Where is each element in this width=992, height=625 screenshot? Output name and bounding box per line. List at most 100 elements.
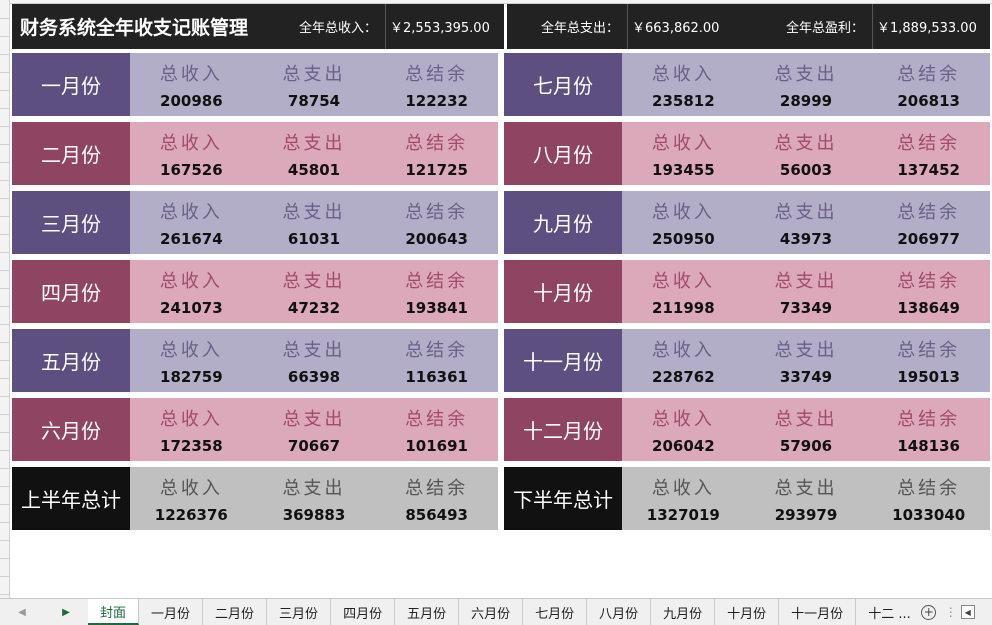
month-label[interactable]: 十二月份	[504, 398, 622, 461]
balance-cell[interactable]: 总结余 1033040	[867, 467, 990, 530]
month-label[interactable]: 十一月份	[504, 329, 622, 392]
income-cell[interactable]: 总收入 261674	[130, 191, 253, 254]
income-cell[interactable]: 总收入 206042	[622, 398, 745, 461]
income-cell[interactable]: 总收入 1327019	[622, 467, 745, 530]
month-block[interactable]: 四月份 总收入 241073 总支出 47232 总结余 193841	[12, 260, 498, 323]
income-cell[interactable]: 总收入 200986	[130, 53, 253, 116]
balance-cell[interactable]: 总结余 195013	[867, 329, 990, 392]
annual-income-value[interactable]: ￥2,553,395.00	[385, 4, 504, 49]
expense-cell[interactable]: 总支出 61031	[253, 191, 376, 254]
expense-cell[interactable]: 总支出 57906	[745, 398, 868, 461]
month-block[interactable]: 七月份 总收入 235812 总支出 28999 总结余 206813	[504, 53, 990, 116]
month-label[interactable]: 四月份	[12, 260, 130, 323]
expense-cell[interactable]: 总支出 78754	[253, 53, 376, 116]
month-block[interactable]: 二月份 总收入 167526 总支出 45801 总结余 121725	[12, 122, 498, 185]
income-cell[interactable]: 总收入 167526	[130, 122, 253, 185]
month-label[interactable]: 二月份	[12, 122, 130, 185]
income-cell[interactable]: 总收入 235812	[622, 53, 745, 116]
row-header-line	[0, 378, 10, 379]
half-year-total-block[interactable]: 上半年总计 总收入 1226376 总支出 369883 总结余 856493	[12, 467, 498, 530]
income-cell[interactable]: 总收入 241073	[130, 260, 253, 323]
worksheet-area[interactable]: 财务系统全年收支记账管理 全年总收入： ￥2,553,395.00 全年总支出：…	[0, 0, 992, 598]
sheet-tab[interactable]: 四月份	[331, 599, 396, 625]
sheet-tab[interactable]: 十一月份	[779, 599, 857, 625]
balance-cell[interactable]: 总结余 122232	[375, 53, 498, 116]
expense-value: 73349	[779, 298, 833, 317]
income-value: 228762	[652, 367, 715, 386]
balance-cell[interactable]: 总结余 101691	[375, 398, 498, 461]
expense-cell[interactable]: 总支出 43973	[745, 191, 868, 254]
annual-expense-value[interactable]: ￥663,862.00	[627, 4, 748, 49]
month-block[interactable]: 一月份 总收入 200986 总支出 78754 总结余 122232	[12, 53, 498, 116]
scroll-left-icon[interactable]: ◀	[960, 605, 975, 619]
balance-cell[interactable]: 总结余 137452	[867, 122, 990, 185]
add-sheet-button[interactable]: +	[917, 599, 941, 625]
expense-cell[interactable]: 总支出 45801	[253, 122, 376, 185]
expense-cell[interactable]: 总支出 369883	[253, 467, 376, 530]
row-header-strip[interactable]	[0, 0, 10, 598]
annual-income-label: 全年总收入：	[298, 21, 377, 36]
triangle-right-icon[interactable]: ▶	[62, 607, 70, 618]
sheet-tab[interactable]: 二月份	[203, 599, 268, 625]
sheet-tab[interactable]: 三月份	[267, 599, 332, 625]
month-block[interactable]: 十月份 总收入 211998 总支出 73349 总结余 138649	[504, 260, 990, 323]
balance-cell[interactable]: 总结余 200643	[375, 191, 498, 254]
month-label[interactable]: 上半年总计	[12, 467, 130, 530]
month-label[interactable]: 一月份	[12, 53, 130, 116]
income-cell[interactable]: 总收入 193455	[622, 122, 745, 185]
month-block[interactable]: 五月份 总收入 182759 总支出 66398 总结余 116361	[12, 329, 498, 392]
balance-cell[interactable]: 总结余 148136	[867, 398, 990, 461]
month-block[interactable]: 六月份 总收入 172358 总支出 70667 总结余 101691	[12, 398, 498, 461]
month-label[interactable]: 五月份	[12, 329, 130, 392]
balance-cell[interactable]: 总结余 206813	[867, 53, 990, 116]
income-cell[interactable]: 总收入 211998	[622, 260, 745, 323]
month-block[interactable]: 十一月份 总收入 228762 总支出 33749 总结余 195013	[504, 329, 990, 392]
month-block[interactable]: 九月份 总收入 250950 总支出 43973 总结余 206977	[504, 191, 990, 254]
sheet-tab[interactable]: 封面	[88, 599, 140, 625]
month-label[interactable]: 下半年总计	[504, 467, 622, 530]
income-cell[interactable]: 总收入 182759	[130, 329, 253, 392]
month-label[interactable]: 七月份	[504, 53, 622, 116]
horizontal-scrollbar[interactable]: ◀	[960, 599, 992, 625]
income-cell[interactable]: 总收入 228762	[622, 329, 745, 392]
sheet-tab[interactable]: 六月份	[459, 599, 524, 625]
balance-cell[interactable]: 总结余 121725	[375, 122, 498, 185]
balance-cell[interactable]: 总结余 116361	[375, 329, 498, 392]
expense-cell[interactable]: 总支出 56003	[745, 122, 868, 185]
vertical-dots-icon[interactable]: ⋮	[941, 599, 961, 625]
sheet-tab[interactable]: 十二 ...	[856, 599, 917, 625]
month-label[interactable]: 十月份	[504, 260, 622, 323]
expense-cell[interactable]: 总支出 33749	[745, 329, 868, 392]
month-block[interactable]: 十二月份 总收入 206042 总支出 57906 总结余 148136	[504, 398, 990, 461]
expense-value: 70667	[287, 436, 341, 455]
expense-cell[interactable]: 总支出 47232	[253, 260, 376, 323]
income-cell[interactable]: 总收入 1226376	[130, 467, 253, 530]
sheet-tab[interactable]: 五月份	[395, 599, 460, 625]
expense-cell[interactable]: 总支出 66398	[253, 329, 376, 392]
month-label[interactable]: 六月份	[12, 398, 130, 461]
sheet-tab[interactable]: 九月份	[651, 599, 716, 625]
balance-cell[interactable]: 总结余 206977	[867, 191, 990, 254]
month-block[interactable]: 八月份 总收入 193455 总支出 56003 总结余 137452	[504, 122, 990, 185]
expense-cell[interactable]: 总支出 73349	[745, 260, 868, 323]
balance-cell[interactable]: 总结余 193841	[375, 260, 498, 323]
balance-cell[interactable]: 总结余 856493	[375, 467, 498, 530]
month-block[interactable]: 三月份 总收入 261674 总支出 61031 总结余 200643	[12, 191, 498, 254]
annual-profit-value[interactable]: ￥1,889,533.00	[872, 4, 990, 49]
income-cell[interactable]: 总收入 172358	[130, 398, 253, 461]
month-label[interactable]: 三月份	[12, 191, 130, 254]
sheet-tab[interactable]: 十月份	[715, 599, 780, 625]
expense-cell[interactable]: 总支出 293979	[745, 467, 868, 530]
month-label[interactable]: 八月份	[504, 122, 622, 185]
half-year-total-block[interactable]: 下半年总计 总收入 1327019 总支出 293979 总结余 1033040	[504, 467, 990, 530]
income-cell[interactable]: 总收入 250950	[622, 191, 745, 254]
triangle-left-icon[interactable]: ◀	[18, 607, 26, 618]
month-label[interactable]: 九月份	[504, 191, 622, 254]
expense-cell[interactable]: 总支出 70667	[253, 398, 376, 461]
sheet-tab[interactable]: 八月份	[587, 599, 652, 625]
sheet-tab[interactable]: 一月份	[139, 599, 204, 625]
sheet-tab[interactable]: 七月份	[523, 599, 588, 625]
expense-cell[interactable]: 总支出 28999	[745, 53, 868, 116]
row-header-line	[0, 108, 10, 109]
balance-cell[interactable]: 总结余 138649	[867, 260, 990, 323]
